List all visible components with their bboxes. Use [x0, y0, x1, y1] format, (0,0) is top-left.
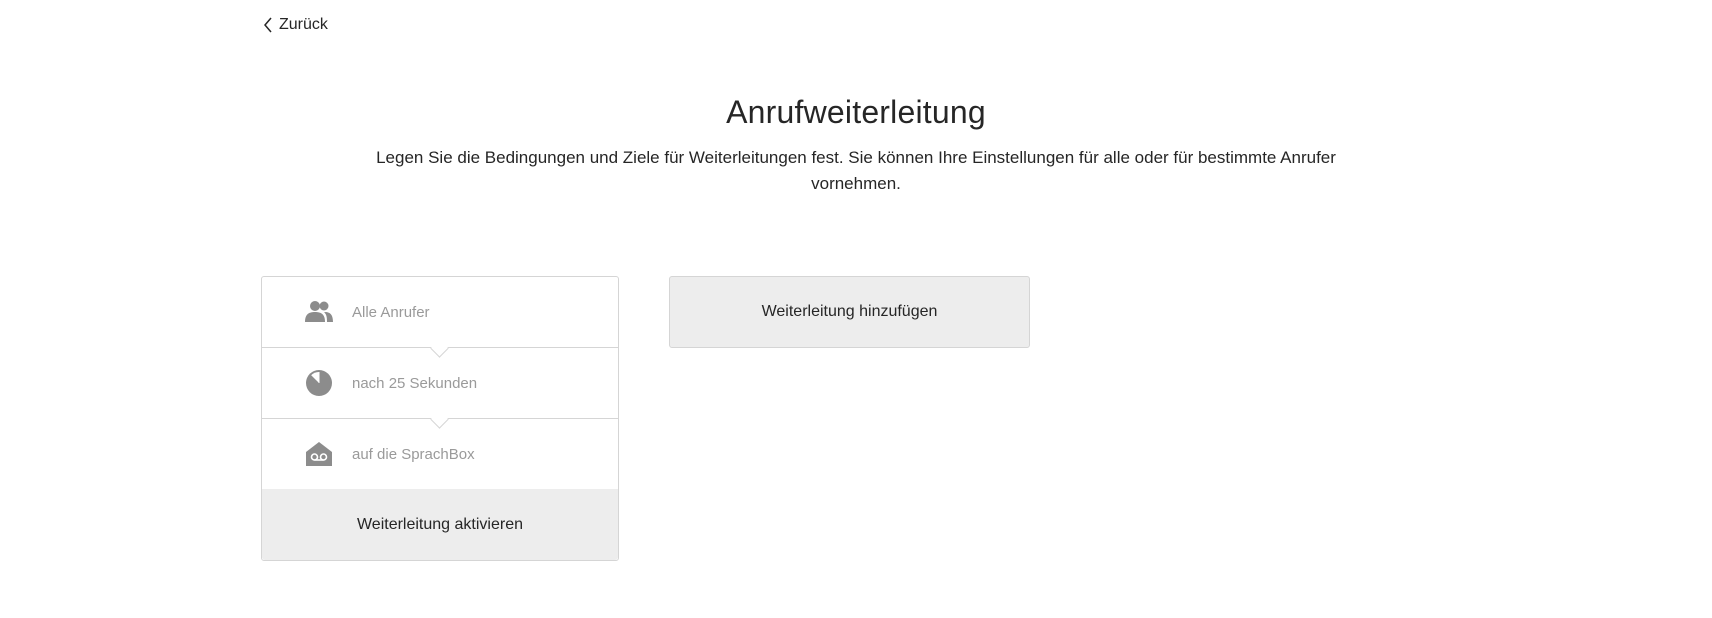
rule-row-callers[interactable]: Alle Anrufer — [262, 277, 618, 348]
back-link[interactable]: Zurück — [263, 16, 328, 34]
rule-row-destination[interactable]: auf die SprachBox — [262, 419, 618, 490]
rule-condition-label: nach 25 Sekunden — [352, 374, 478, 392]
users-icon — [304, 297, 334, 327]
activate-forwarding-button[interactable]: Weiterleitung aktivieren — [262, 489, 618, 560]
page-description: Legen Sie die Bedingungen und Ziele für … — [376, 148, 1336, 193]
chevron-left-icon — [263, 17, 273, 33]
page-title: Anrufweiterleitung — [726, 94, 986, 130]
call-forwarding-page: Zurück Anrufweiterleitung Legen Sie die … — [0, 0, 1712, 618]
rule-callers-label: Alle Anrufer — [352, 303, 430, 321]
rule-destination-label: auf die SprachBox — [352, 445, 475, 463]
back-link-label: Zurück — [279, 16, 328, 33]
voicemail-box-icon — [304, 439, 334, 469]
clock-icon — [304, 368, 334, 398]
forwarding-rule-card: Alle Anrufer nach 25 Sekunden auf die Sp… — [261, 276, 619, 561]
add-forwarding-button[interactable]: Weiterleitung hinzufügen — [669, 276, 1030, 348]
rule-row-condition[interactable]: nach 25 Sekunden — [262, 348, 618, 419]
